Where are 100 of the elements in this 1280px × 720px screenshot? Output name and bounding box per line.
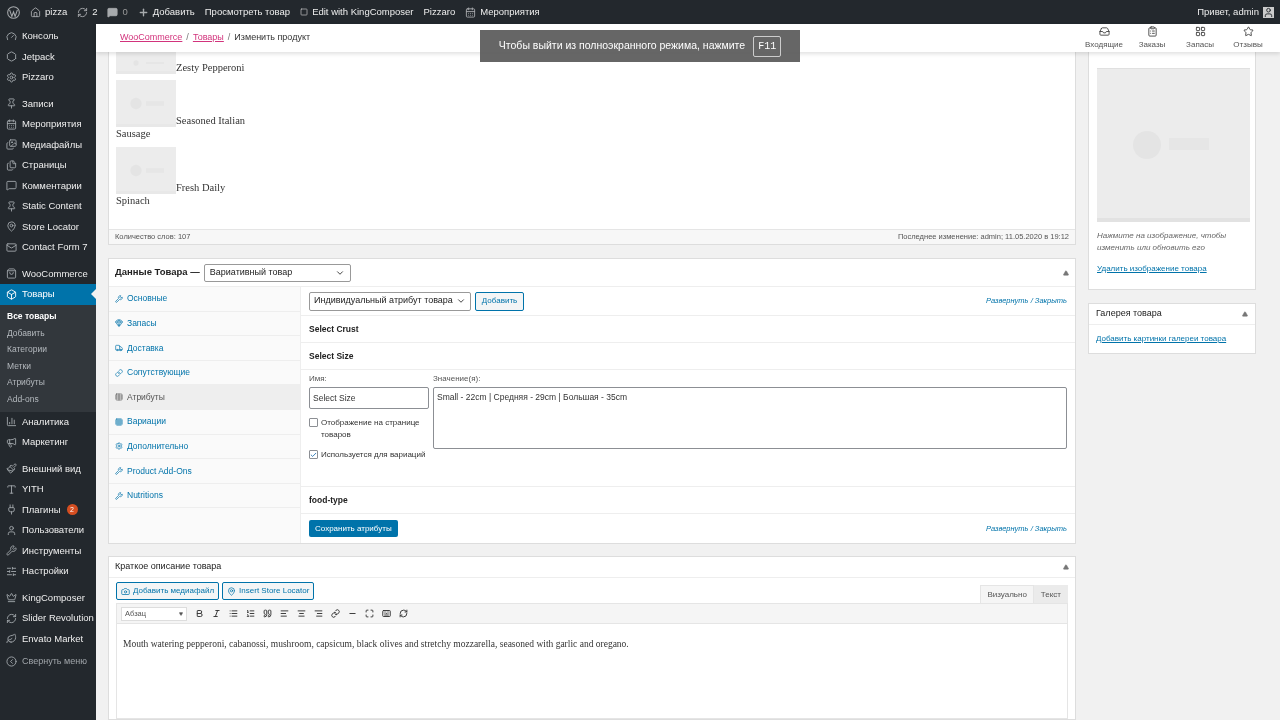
sidebar-item[interactable]: Товары <box>0 284 96 305</box>
updates-icon[interactable] <box>77 6 89 18</box>
admin-bar-link[interactable]: Просмотреть товар <box>204 4 291 20</box>
save-attributes-button[interactable]: Сохранить атрибуты <box>309 520 398 537</box>
checkbox-label: Отображение на странице товаров <box>321 417 421 441</box>
sidebar-item[interactable]: Store Locator <box>0 216 96 237</box>
bold-icon[interactable] <box>195 609 204 618</box>
align-right-icon[interactable] <box>314 609 323 618</box>
product-data-tab[interactable]: Запасы <box>109 311 300 337</box>
wordpress-logo-icon[interactable] <box>7 5 20 19</box>
sidebar-item[interactable]: YITH <box>0 479 96 500</box>
sidebar-item[interactable]: Комментарии <box>0 175 96 196</box>
collapse-icon[interactable] <box>1242 311 1248 317</box>
editor-mode-tab[interactable]: Визуально <box>980 585 1034 603</box>
site-link[interactable]: pizza <box>45 4 68 20</box>
numbered-list-icon[interactable] <box>246 609 255 618</box>
sidebar-item[interactable]: Pizzaro <box>0 67 96 88</box>
sidebar-item[interactable]: Пользователи <box>0 520 96 541</box>
align-center-icon[interactable] <box>297 609 306 618</box>
field-label: Значение(я): <box>433 373 482 385</box>
header-action[interactable]: Заказы <box>1128 25 1176 51</box>
comment-icon[interactable] <box>107 6 119 18</box>
updates-count[interactable]: 2 <box>92 4 98 20</box>
submenu-item[interactable]: Атрибуты <box>0 374 96 391</box>
submenu-item[interactable]: Все товары <box>0 308 96 325</box>
product-data-tab[interactable]: Дополнительно <box>109 434 300 460</box>
product-data-tab[interactable]: Nutritions <box>109 483 300 509</box>
plus-icon[interactable] <box>137 6 149 18</box>
editor-mode-tab[interactable]: Текст <box>1033 585 1068 603</box>
italic-icon[interactable] <box>212 609 221 618</box>
product-type-select[interactable]: Вариативный товар <box>203 263 351 282</box>
link-icon[interactable] <box>331 609 340 618</box>
add-media-button[interactable]: Добавить медиафайл <box>116 582 220 600</box>
sidebar-item[interactable]: Настройки <box>0 561 96 582</box>
field-label: Имя: <box>309 373 328 385</box>
quote-icon[interactable] <box>263 609 272 618</box>
name-input[interactable]: Select Size <box>309 387 429 409</box>
sidebar-item[interactable]: Мероприятия <box>0 114 96 135</box>
admin-bar-link[interactable]: Edit with KingComposer <box>312 4 414 20</box>
checkbox[interactable] <box>309 418 318 427</box>
breadcrumb-link[interactable]: Товары <box>192 31 224 45</box>
refresh-icon[interactable] <box>399 609 408 618</box>
submenu-item[interactable]: Метки <box>0 358 96 375</box>
calendar-icon[interactable] <box>465 6 477 18</box>
admin-bar-link[interactable]: Pizzaro <box>423 4 456 20</box>
sidebar-item[interactable]: Инструменты <box>0 540 96 561</box>
sidebar-item[interactable]: Внешний вид <box>0 458 96 479</box>
attribute-row[interactable]: Select Size <box>301 343 1075 369</box>
submenu-item[interactable]: Добавить <box>0 325 96 342</box>
align-left-icon[interactable] <box>280 609 289 618</box>
fullscreen-icon[interactable] <box>365 609 374 618</box>
menu-icon <box>6 51 17 63</box>
home-icon[interactable] <box>30 6 41 18</box>
new-link[interactable]: Добавить <box>152 4 195 20</box>
square-icon[interactable] <box>300 8 309 16</box>
sidebar-item[interactable]: Консоль <box>0 26 96 47</box>
product-data-tab[interactable]: Доставка <box>109 336 300 361</box>
product-data-tab[interactable]: Вариации <box>109 409 300 435</box>
checkbox[interactable] <box>309 450 318 459</box>
sidebar-item[interactable]: Маркетинг <box>0 432 96 453</box>
sidebar-item[interactable]: Jetpack <box>0 46 96 67</box>
avatar-icon[interactable] <box>1263 6 1274 18</box>
values-textarea[interactable]: Small - 22cm | Средняя - 29cm | Большая - 35cm <box>433 387 1067 449</box>
header-action[interactable]: Входящие <box>1080 25 1128 51</box>
sidebar-item[interactable]: Аналитика <box>0 411 96 432</box>
collapse-icon[interactable] <box>1063 269 1069 276</box>
attribute-select[interactable]: Индивидуальный атрибут товара <box>309 291 471 311</box>
panel-title: Краткое описание товара <box>115 560 222 574</box>
product-data-tab[interactable]: Product Add-Ons <box>109 459 300 484</box>
add-button[interactable]: Добавить <box>474 291 525 311</box>
collapse-menu-button[interactable]: Свернуть меню <box>0 651 96 672</box>
sidebar-item[interactable]: Записи <box>0 93 96 114</box>
admin-bar-link[interactable]: Мероприятия <box>480 4 540 20</box>
sidebar-item[interactable]: WooCommerce <box>0 263 96 284</box>
sidebar-item[interactable]: Страницы <box>0 155 96 176</box>
menu-icon <box>6 504 17 516</box>
attribute-row[interactable]: food-type <box>301 487 1075 513</box>
sidebar-item[interactable]: Static Content <box>0 196 96 217</box>
product-data-tab[interactable]: Основные <box>109 287 300 312</box>
greeting[interactable]: Привет, admin <box>1197 4 1259 20</box>
bullet-list-icon[interactable] <box>229 609 238 618</box>
sidebar-item[interactable]: KingComposer <box>0 587 96 608</box>
breadcrumb-link[interactable]: WooCommerce <box>120 31 183 45</box>
remove-image-link[interactable]: Удалить изображение товара <box>1097 263 1247 275</box>
product-data-tab[interactable]: Атрибуты <box>109 385 300 410</box>
header-action[interactable]: Запасы <box>1176 25 1224 51</box>
sidebar-item[interactable]: Contact Form 7 <box>0 237 96 258</box>
sidebar-item[interactable]: Медиафайлы <box>0 134 96 155</box>
store-locator-button[interactable]: Insert Store Locator <box>222 582 315 600</box>
menu-icon <box>6 545 17 557</box>
add-gallery-link[interactable]: Добавить картинки галереи товара <box>1096 333 1227 345</box>
attribute-row[interactable]: Select Crust <box>301 316 1075 342</box>
sidebar-item[interactable]: Slider Revolution <box>0 608 96 629</box>
sidebar-item[interactable]: Envato Market <box>0 628 96 649</box>
comments-count[interactable]: 0 <box>122 4 128 20</box>
submenu-item[interactable]: Add-ons <box>0 391 96 408</box>
header-action[interactable]: Отзывы <box>1224 25 1272 51</box>
collapse-icon[interactable] <box>1063 564 1069 570</box>
keyboard-icon[interactable] <box>382 609 391 618</box>
submenu-item[interactable]: Категории <box>0 341 96 358</box>
